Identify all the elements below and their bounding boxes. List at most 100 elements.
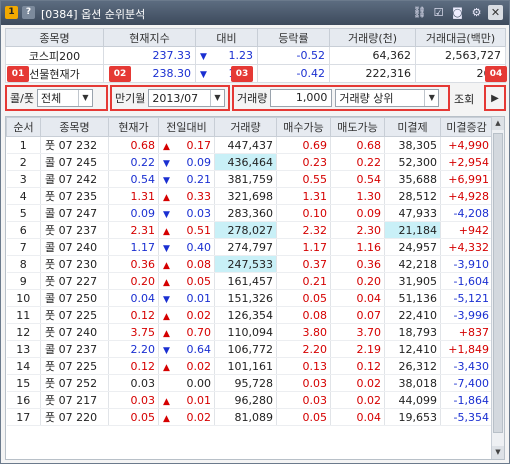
index-summary-table: 종목명 현재지수 대비 등락률 거래량(천) 거래대금(백만) 코스피200 23… [5,28,506,83]
cell-bid: 0.37 [276,255,331,273]
cell-volume: 106,772 [214,340,277,358]
scroll-up-icon[interactable]: ▲ [492,117,504,130]
cell-change-value: 0.70 [186,325,212,339]
cell-ask: 0.02 [330,391,385,409]
volume-threshold-input[interactable]: 1,000 [270,89,333,107]
cell-open-interest: 31,905 [384,272,441,290]
table-row[interactable]: 9풋 07 227 0.20 ▲ 0.05 161,457 0.21 0.20 31,905-… [6,272,493,290]
chevron-down-icon[interactable]: ▼ [424,90,438,106]
camera-icon[interactable]: ◙ [450,5,465,20]
col-header-rank[interactable]: 순서 [6,117,41,137]
cell-oi-change: -3,996 [440,306,493,324]
cell-name: 콜 07 237 [40,340,109,358]
cell-change-value: 0.08 [186,257,212,271]
cell-ask: 2.30 [330,221,385,239]
chevron-down-icon[interactable]: ▼ [77,90,92,106]
cell-oi-change: -5,121 [440,289,493,307]
cell-volume: 110,094 [214,323,277,341]
cell-change: ▼ 0.01 [158,289,215,307]
cell-oi-change: +4,990 [440,136,493,154]
cell-bid: 0.05 [276,289,331,307]
table-row[interactable]: 12 풋 07 240 3.75 ▲ 0.70 110,094 3.80 3.70 18,793… [6,323,493,341]
table-row[interactable]: 17 풋 07 220 0.05 ▲ 0.02 81,089 0.05 0.04 19,653-… [6,408,493,426]
cell-name: 콜 07 247 [40,204,109,222]
cell-change-value: 0.17 [186,138,212,152]
next-button[interactable]: ▶ [484,85,506,111]
cell-change-value: 0.40 [186,240,212,254]
cell-change: ▲ 0.01 [158,391,215,409]
col-header-change[interactable]: 전일대비 [158,117,215,137]
up-arrow-icon: ▲ [163,413,170,424]
table-row[interactable]: 3콜 07 242 0.54 ▼ 0.21 381,759 0.55 0.54 35,688 +… [6,170,493,188]
cell-change: ▲ 0.02 [158,408,215,426]
col-header-price[interactable]: 현재가 [108,117,159,137]
link-icon[interactable]: ⛓ [412,5,427,20]
table-row[interactable]: 5콜 07 247 0.09 ▼ 0.03 283,360 0.10 0.09 47,933-… [6,204,493,222]
cell-volume: 283,360 [214,204,277,222]
idx-header-volume: 거래량(천) [329,28,416,47]
table-row[interactable]: 4풋 07 235 1.31 ▲ 0.33 321,698 1.31 1.30 28,512 +… [6,187,493,205]
index-change: 1.23 [228,49,254,62]
cell-rank: 10 [6,289,41,307]
table-row[interactable]: 7콜 07 240 1.17 ▼ 0.40 274,797 1.17 1.16 24,957 +… [6,238,493,256]
cell-change: ▲ 0.17 [158,136,215,154]
table-row[interactable]: 11 풋 07 225 0.12 ▲ 0.02 126,354 0.08 0.07 22,410… [6,306,493,324]
checklist-icon[interactable]: ☑ [431,5,446,20]
callput-select[interactable]: 전체 ▼ [36,89,93,107]
table-row[interactable]: 15 풋 07 252 0.03 0.00 95,728 0.03 0.02 38,018 -7… [6,374,493,392]
cell-change: 0.00 [158,374,215,392]
table-row[interactable]: 8풋 07 230 0.36 ▲ 0.08 247,533 0.37 0.36 42,218-… [6,255,493,273]
scroll-thumb[interactable] [493,133,503,433]
cell-change-value: 0.21 [186,172,212,186]
cell-change-value: 0.02 [186,359,212,373]
col-header-open-interest[interactable]: 미결제 [384,117,441,137]
help-icon[interactable]: ? [22,6,35,19]
cell-open-interest: 19,653 [384,408,441,426]
window-title: [0384] 옵션 순위분석 [41,8,146,21]
down-arrow-icon: ▼ [163,158,170,169]
up-arrow-icon: ▲ [163,260,170,271]
expiry-select[interactable]: 2013/07 ▼ [148,89,225,107]
table-row[interactable]: 2콜 07 245 0.22 ▼ 0.09 436,464 0.23 0.22 52,300 +… [6,153,493,171]
col-header-ask[interactable]: 매도가능 [330,117,385,137]
table-row[interactable]: 14 풋 07 225 0.12 ▲ 0.02 101,161 0.13 0.12 26,312… [6,357,493,375]
scroll-down-icon[interactable]: ▼ [492,446,504,459]
col-header-volume[interactable]: 거래량 [214,117,277,137]
up-arrow-icon: ▲ [163,311,170,322]
vertical-scrollbar[interactable]: ▲ ▼ [491,117,504,459]
cell-ask: 0.04 [330,289,385,307]
chevron-down-icon[interactable]: ▼ [210,90,224,106]
cell-ask: 0.20 [330,272,385,290]
col-header-bid[interactable]: 매수가능 [276,117,331,137]
index-row[interactable]: 코스피200 237.33 ▼ 1.23 -0.52 64,362 2,563,727 [5,46,506,65]
cell-rank: 8 [6,255,41,273]
index-row[interactable]: 선물현재가238.30▼ 1.00-0.42222,316266, [5,64,506,83]
table-row[interactable]: 13 콜 07 237 2.20 ▼ 0.64 106,772 2.20 2.19 12,410… [6,340,493,358]
cell-bid: 0.55 [276,170,331,188]
table-row[interactable]: 1풋 07 232 0.68 ▲ 0.17 447,437 0.69 0.68 38,305 +… [6,136,493,154]
query-button[interactable]: 조회 [454,91,474,107]
gear-icon[interactable]: ⚙ [469,5,484,20]
table-row[interactable]: 16 풋 07 217 0.03 ▲ 0.01 96,280 0.03 0.02 44,099-… [6,391,493,409]
cell-rank: 5 [6,204,41,222]
cell-change: ▲ 0.51 [158,221,215,239]
cell-volume: 95,728 [214,374,277,392]
table-row[interactable]: 10 콜 07 250 0.04 ▼ 0.01 151,326 0.05 0.04 51,136… [6,289,493,307]
idx-header-change: 대비 [195,28,258,47]
sort-select[interactable]: 거래량 상위 ▼ [335,89,440,107]
down-arrow-icon: ▼ [163,175,170,186]
index-change-cell: ▼ 1.23 [195,46,258,65]
window-number-badge[interactable]: 1 [5,6,18,19]
cell-oi-change: -7,400 [440,374,493,392]
table-row[interactable]: 6풋 07 237 2.31 ▲ 0.51 278,027 2.32 2.30 21,184 +… [6,221,493,239]
callput-value: 전체 [40,92,62,105]
cell-rank: 1 [6,136,41,154]
up-arrow-icon: ▲ [163,277,170,288]
col-header-oi-change[interactable]: 미결증감 [440,117,493,137]
cell-ask: 3.70 [330,323,385,341]
cell-name: 풋 07 227 [40,272,109,290]
close-icon[interactable]: ✕ [488,5,503,20]
col-header-name[interactable]: 종목명 [40,117,109,137]
cell-change: ▲ 0.02 [158,357,215,375]
cell-oi-change: -3,430 [440,357,493,375]
